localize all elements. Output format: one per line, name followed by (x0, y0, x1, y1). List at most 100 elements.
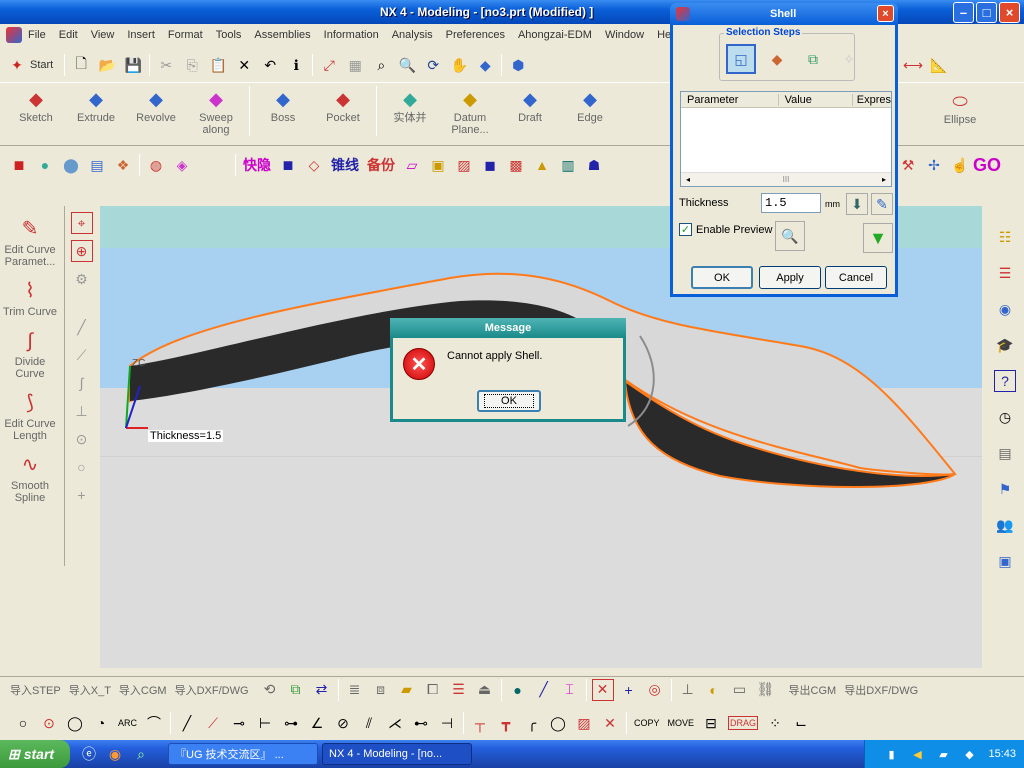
stripes-icon[interactable]: ▨ (453, 154, 475, 176)
table-hscrollbar[interactable]: ◂ III ▸ (681, 172, 891, 186)
trim-icon[interactable]: ┬ (469, 712, 491, 734)
import-step-button[interactable]: 导入STEP (10, 682, 61, 698)
copy-layer-icon[interactable]: ⧠ (422, 679, 444, 701)
roles-icon[interactable]: ⚑ (994, 478, 1016, 500)
line-normal-icon[interactable]: ⊣ (436, 712, 458, 734)
line-parallel-icon[interactable]: ⫽ (358, 712, 380, 734)
import-cgm-button[interactable]: 导入CGM (119, 682, 167, 698)
alt-thickness-icon[interactable]: ◆ (762, 44, 792, 74)
panel-icon[interactable]: ▥ (557, 154, 579, 176)
line-circle-icon[interactable]: ⊸ (228, 712, 250, 734)
backup-button[interactable]: 备份 (367, 155, 395, 175)
surface-icon[interactable]: ◈ (171, 154, 193, 176)
ruler-icon[interactable]: 📐 (928, 54, 950, 76)
tray-icon-1[interactable]: ▮ (880, 743, 902, 765)
sweep-button[interactable]: ◆ Sweep along (186, 86, 246, 137)
dots-icon[interactable]: ⁘ (764, 712, 786, 734)
start-icon[interactable]: ✦ (6, 54, 28, 76)
box-icon[interactable]: ▣ (427, 154, 449, 176)
extend-icon[interactable]: ┳ (495, 712, 517, 734)
menu-edit[interactable]: Edit (59, 29, 78, 41)
sketch-button[interactable]: ◆ Sketch (6, 86, 66, 125)
circle-3pt-icon[interactable]: ◯ (64, 712, 86, 734)
col-value[interactable]: Value (779, 93, 853, 106)
preview-checkbox[interactable]: ✓ (679, 223, 692, 236)
globe-icon[interactable]: ● (507, 679, 529, 701)
line-icon[interactable]: ╱ (71, 316, 93, 338)
x-box-icon[interactable]: ✕ (591, 678, 614, 701)
menu-window[interactable]: Window (605, 29, 644, 41)
thickness-callout[interactable]: Thickness=1.5 (148, 430, 224, 442)
preview-magnify-icon[interactable]: 🔍 (775, 221, 805, 251)
transform-icon[interactable]: ⧉ (285, 679, 307, 701)
boss-button[interactable]: ◆ Boss (253, 86, 313, 125)
shell-ok-button[interactable]: OK (691, 266, 753, 289)
open-folder-icon[interactable]: 📂 (96, 54, 118, 76)
start-menu-button[interactable]: ⊞ start (0, 740, 70, 768)
menu-view[interactable]: View (91, 29, 115, 41)
group-icon[interactable]: ❖ (112, 154, 134, 176)
info-icon[interactable]: ℹ (285, 54, 307, 76)
material-icon[interactable]: ◐ (703, 679, 725, 701)
edit-curve-tool[interactable]: ✎ Edit Curve Paramet... (0, 214, 60, 268)
close-button[interactable]: × (999, 2, 1020, 23)
history-icon[interactable]: ◷ (994, 406, 1016, 428)
bracket-icon[interactable]: ⌶ (559, 679, 581, 701)
menu-preferences[interactable]: Preferences (446, 29, 505, 41)
circle-icon[interactable]: ○ (71, 456, 93, 478)
block-icon[interactable]: ■ (8, 154, 30, 176)
draft-button[interactable]: ◆ Draft (500, 86, 560, 125)
drag-button[interactable]: DRAG (728, 716, 759, 730)
smooth-spline-tool[interactable]: ∿ Smooth Spline (0, 450, 60, 504)
import-xt-button[interactable]: 导入X_T (69, 682, 111, 698)
line-perp-icon[interactable]: ⊢ (254, 712, 276, 734)
circle-center-icon[interactable]: ⊙ (38, 712, 60, 734)
zoom-area-icon[interactable]: ⌕ (370, 54, 392, 76)
view-cube-icon[interactable]: ⬢ (507, 54, 529, 76)
stack-icon[interactable]: ⧈ (370, 679, 392, 701)
cross-icon[interactable]: ✕ (599, 712, 621, 734)
menu-ahongzai-edm[interactable]: Ahongzai-EDM (518, 29, 592, 41)
rotate-icon[interactable]: ⟳ (422, 54, 444, 76)
revolve-button[interactable]: ◆ Revolve (126, 86, 186, 125)
hatch-icon[interactable]: ▨ (573, 712, 595, 734)
trim-curve-tool[interactable]: ⌇ Trim Curve (0, 276, 60, 318)
minimize-button[interactable]: – (953, 2, 974, 23)
sphere-icon[interactable]: ● (34, 154, 56, 176)
curve-length-tool[interactable]: ⟆ Edit Curve Length (0, 388, 60, 442)
start-button[interactable]: Start (30, 59, 53, 71)
chain-icon[interactable]: ⚙ (71, 268, 93, 290)
circle-tangent-icon[interactable]: ◔ (90, 712, 112, 734)
clock[interactable]: 15:43 (988, 748, 1016, 760)
divide-curve-tool[interactable]: ∫ Divide Curve (0, 326, 60, 380)
cut-icon[interactable]: ✂ (155, 54, 177, 76)
export-cgm-button[interactable]: 导出CGM (789, 682, 837, 698)
training-icon[interactable]: 🎓 (994, 334, 1016, 356)
menu-assemblies[interactable]: Assemblies (254, 29, 310, 41)
wrench-icon[interactable]: ✢ (923, 154, 945, 176)
parameter-table[interactable]: Parameter Value Expres ◂ III ▸ (680, 91, 892, 187)
line-offset-icon[interactable]: ⊷ (410, 712, 432, 734)
import-dxf-button[interactable]: 导入DXF/DWG (175, 682, 249, 698)
quicklaunch-firefox-icon[interactable]: ◉ (104, 743, 126, 765)
shell-close-button[interactable]: × (877, 5, 894, 22)
line-tool-icon[interactable]: ╱ (176, 712, 198, 734)
assembly-navigator-icon[interactable]: ☷ (994, 226, 1016, 248)
line-tangent-icon[interactable]: ⊘ (332, 712, 354, 734)
chamfer-icon[interactable]: ◯ (547, 712, 569, 734)
shell-title-bar[interactable]: Shell × (670, 3, 898, 25)
cone-button[interactable]: 锥线 (331, 155, 359, 175)
pan-icon[interactable]: ✋ (448, 54, 470, 76)
expand-down-icon[interactable]: ▼ (863, 223, 893, 253)
palette-icon[interactable]: ▤ (994, 442, 1016, 464)
tools-icon[interactable]: ⚒ (897, 154, 919, 176)
help-icon[interactable]: ? (994, 370, 1016, 392)
list-icon[interactable]: ≣ (344, 679, 366, 701)
shell-cancel-button[interactable]: Cancel (825, 266, 887, 289)
users-icon[interactable]: 👥 (994, 514, 1016, 536)
part-navigator-icon[interactable]: ☰ (994, 262, 1016, 284)
col-expression[interactable]: Expres (853, 94, 891, 106)
datum-plane-button[interactable]: ◆ Datum Plane... (440, 86, 500, 137)
ellipse-button[interactable]: ⬭ Ellipse (930, 88, 990, 127)
formula-icon[interactable]: ✎ (871, 193, 893, 215)
